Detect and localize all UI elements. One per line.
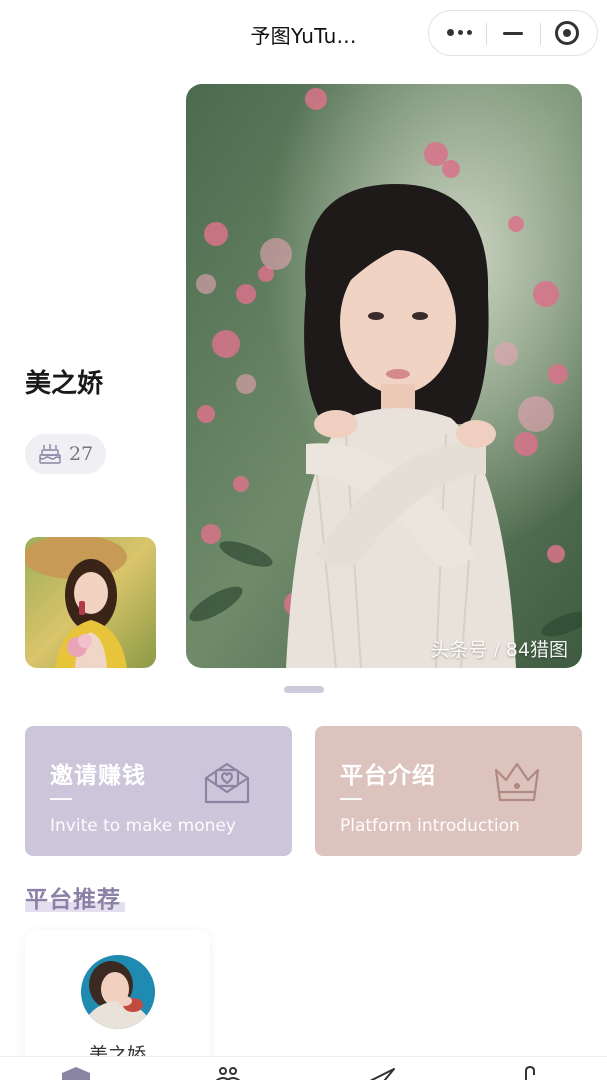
- home-icon[interactable]: [56, 1065, 96, 1080]
- carousel-indicator: [284, 686, 324, 693]
- invite-card-subtitle: Invite to make money: [50, 816, 236, 836]
- invite-card-title: 邀请赚钱: [50, 763, 146, 789]
- thumbnail-photo[interactable]: [25, 537, 156, 668]
- intro-card-title: 平台介绍: [340, 763, 436, 789]
- tab-bar: [0, 1056, 607, 1080]
- likes-count: 27: [69, 443, 94, 465]
- profile-icon[interactable]: [510, 1065, 550, 1080]
- crown-icon: [494, 762, 540, 802]
- people-icon[interactable]: [208, 1065, 248, 1080]
- send-icon[interactable]: [362, 1065, 402, 1080]
- more-icon[interactable]: [431, 11, 487, 55]
- profile-name[interactable]: 美之娇: [25, 363, 103, 400]
- close-icon[interactable]: [540, 11, 596, 55]
- envelope-heart-icon: [204, 762, 250, 804]
- intro-card-subtitle: Platform introduction: [340, 816, 520, 836]
- likes-badge[interactable]: 27: [25, 434, 106, 474]
- featured-photo[interactable]: 头条号 / 84猎图: [186, 84, 582, 668]
- avatar[interactable]: [81, 955, 155, 1029]
- invite-card[interactable]: 邀请赚钱 Invite to make money: [25, 726, 292, 856]
- recommend-card[interactable]: 美之娇: [25, 930, 210, 1070]
- intro-card[interactable]: 平台介绍 Platform introduction: [315, 726, 582, 856]
- section-title: 平台推荐: [25, 887, 121, 913]
- title-bar: 予图YuTu...: [0, 0, 607, 66]
- capsule-menu: [428, 10, 598, 56]
- minimize-icon[interactable]: [486, 11, 542, 55]
- page: 予图YuTu... 美之娇 27 头条号 / 84猎图 邀请赚钱 Invite …: [0, 0, 607, 1080]
- cake-icon: [39, 444, 61, 464]
- photo-credit: 头条号 / 84猎图: [430, 639, 568, 661]
